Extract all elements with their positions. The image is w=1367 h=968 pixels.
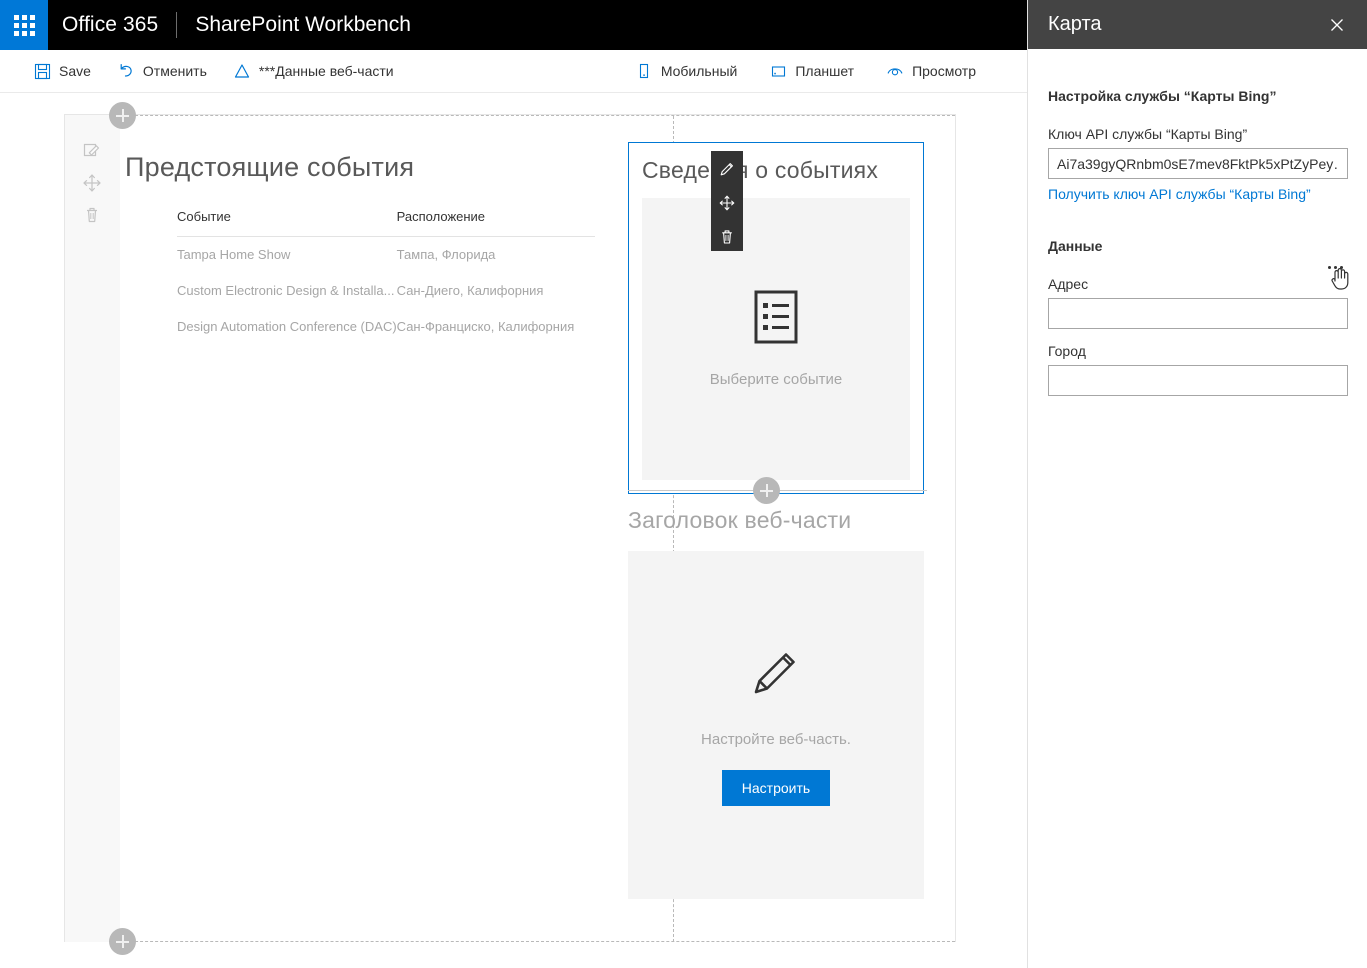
- webpart-generic[interactable]: Заголовок веб-части Настройте веб-часть.…: [628, 507, 924, 899]
- cell-location: Сан-Франциско, Калифорния: [397, 309, 595, 345]
- workbench-canvas: Предстоящие события Событие Расположение…: [0, 93, 1027, 968]
- command-bar-left: Save Отменить ***Данные веб-части: [0, 57, 411, 85]
- cell-location: Тампа, Флорида: [397, 237, 595, 274]
- preview-button[interactable]: Просмотр: [877, 57, 985, 85]
- tablet-icon: [769, 62, 787, 80]
- save-label: Save: [59, 63, 91, 79]
- triangle-icon: [233, 62, 251, 80]
- get-api-key-link[interactable]: Получить ключ API службы “Карты Bing”: [1048, 186, 1311, 202]
- hand-pointer-cursor: [1329, 267, 1351, 296]
- pencil-icon[interactable]: [716, 158, 738, 180]
- webpart-data-button[interactable]: ***Данные веб-части: [224, 57, 403, 85]
- undo-button[interactable]: Отменить: [108, 57, 216, 85]
- webpart-upcoming-events[interactable]: Предстоящие события Событие Расположение…: [125, 151, 595, 345]
- api-key-field-group: Ключ API службы “Карты Bing” Получить кл…: [1048, 126, 1347, 204]
- events-webpart-title: Предстоящие события: [125, 151, 595, 183]
- command-bar-right: Мобильный Планшет Прос: [626, 57, 1027, 85]
- preview-icon: [886, 62, 904, 80]
- city-field-group: Город: [1048, 343, 1347, 396]
- delete-icon[interactable]: [77, 200, 107, 230]
- property-pane: Карта Настройка службы “Карты Bing” Ключ…: [1027, 0, 1367, 968]
- bing-maps-group-title: Настройка службы “Карты Bing”: [1048, 88, 1347, 104]
- table-row[interactable]: Design Automation Conference (DAC) Сан-Ф…: [177, 309, 595, 345]
- undo-label: Отменить: [143, 63, 207, 79]
- preview-label: Просмотр: [912, 63, 976, 79]
- edit-page-icon[interactable]: [77, 136, 107, 166]
- page-canvas: Предстоящие события Событие Расположение…: [64, 114, 956, 942]
- webpart-event-details[interactable]: Сведения о событиях: [628, 142, 924, 494]
- configure-placeholder: Настройте веб-часть. Настроить: [628, 551, 924, 899]
- property-pane-header: Карта: [1028, 0, 1367, 49]
- address-input[interactable]: [1048, 298, 1348, 329]
- mobile-view-button[interactable]: Мобильный: [626, 57, 747, 85]
- data-group: Данные Адрес Город: [1048, 238, 1347, 396]
- command-bar: Save Отменить ***Данные веб-части: [0, 50, 1027, 93]
- add-webpart-middle-button[interactable]: [753, 477, 780, 504]
- add-section-top-button[interactable]: [109, 102, 136, 129]
- move-icon[interactable]: [77, 168, 107, 198]
- page-rail: [65, 115, 120, 942]
- address-field-group: Адрес: [1048, 276, 1347, 329]
- tablet-view-button[interactable]: Планшет: [760, 57, 863, 85]
- save-button[interactable]: Save: [24, 57, 100, 85]
- save-icon: [33, 62, 51, 80]
- app-name[interactable]: SharePoint Workbench: [195, 13, 411, 37]
- cell-event: Tampa Home Show: [177, 237, 397, 274]
- add-section-bottom-button[interactable]: [109, 928, 136, 955]
- column-header-location: Расположение: [397, 209, 595, 237]
- right-column: Сведения о событиях: [619, 115, 957, 942]
- mobile-label: Мобильный: [661, 63, 738, 79]
- move-icon[interactable]: [716, 192, 738, 214]
- table-row[interactable]: Custom Electronic Design & Installa... С…: [177, 273, 595, 309]
- cell-location: Сан-Диего, Калифорния: [397, 273, 595, 309]
- details-webpart-title: Сведения о событиях: [642, 157, 910, 185]
- details-placeholder: Выберите событие: [642, 198, 910, 480]
- webpart-toolbar: [711, 151, 743, 251]
- suite-bar: Office 365 SharePoint Workbench: [0, 0, 1027, 50]
- column-header-event: Событие: [177, 209, 397, 237]
- data-group-title: Данные: [1048, 238, 1347, 254]
- city-input[interactable]: [1048, 365, 1348, 396]
- tablet-label: Планшет: [795, 63, 854, 79]
- generic-webpart-title: Заголовок веб-части: [628, 507, 924, 535]
- suite-brand[interactable]: Office 365: [62, 13, 158, 37]
- close-icon[interactable]: [1321, 9, 1353, 41]
- api-key-label: Ключ API службы “Карты Bing”: [1048, 126, 1347, 142]
- app-launcher-icon[interactable]: [0, 0, 48, 50]
- api-key-input[interactable]: [1048, 148, 1348, 179]
- address-label: Адрес: [1048, 276, 1347, 292]
- cell-event: Design Automation Conference (DAC): [177, 309, 397, 345]
- list-document-icon: [753, 290, 799, 349]
- cell-event: Custom Electronic Design & Installa...: [177, 273, 397, 309]
- undo-icon: [117, 62, 135, 80]
- property-pane-body: Настройка службы “Карты Bing” Ключ API с…: [1028, 49, 1367, 396]
- events-table: Событие Расположение Tampa Home Show Там…: [177, 209, 595, 345]
- workbench-app: Office 365 SharePoint Workbench Save: [0, 0, 1367, 968]
- suite-divider: [176, 12, 177, 38]
- configure-placeholder-text: Настройте веб-часть.: [701, 731, 851, 748]
- table-row[interactable]: Tampa Home Show Тампа, Флорида: [177, 237, 595, 274]
- webpart-data-label: ***Данные веб-части: [259, 63, 394, 79]
- pencil-icon: [748, 644, 804, 705]
- city-label: Город: [1048, 343, 1347, 359]
- property-pane-title: Карта: [1048, 13, 1102, 36]
- details-placeholder-text: Выберите событие: [710, 371, 842, 388]
- configure-button[interactable]: Настроить: [722, 770, 830, 806]
- mobile-icon: [635, 62, 653, 80]
- table-header-row: Событие Расположение: [177, 209, 595, 237]
- trash-icon[interactable]: [716, 226, 738, 248]
